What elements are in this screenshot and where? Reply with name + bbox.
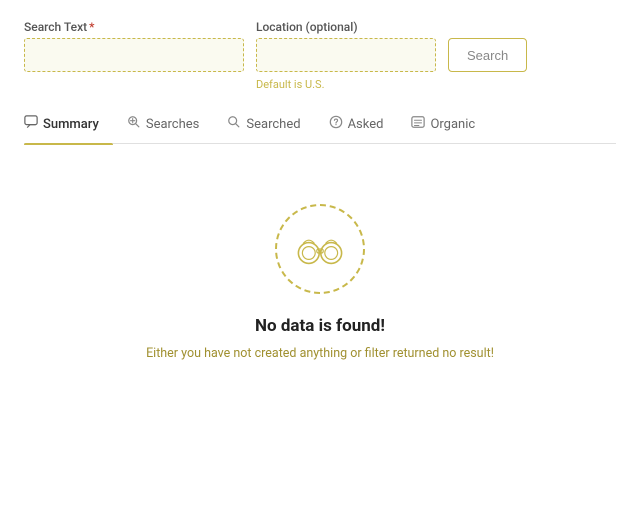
tab-searched[interactable]: Searched [213,107,314,143]
location-label: Location (optional) [256,20,436,34]
tab-searched-label: Searched [246,117,300,132]
list-icon [411,115,425,133]
location-hint: Default is U.S. [256,78,436,91]
tab-organic-label: Organic [430,117,475,132]
tab-summary-label: Summary [43,117,99,132]
tab-organic[interactable]: Organic [397,107,489,143]
search-text-label: Search Text* [24,20,244,34]
search-text-input[interactable] [24,38,244,72]
search-button-group: Search [448,38,527,72]
tabs-row: Summary Searches Searched [24,107,616,144]
question-icon [329,115,343,133]
binoculars-icon [296,225,344,273]
page-container: Search Text* Location (optional) Default… [0,0,640,381]
no-data-subtitle: Either you have not created anything or … [146,346,494,361]
tab-summary[interactable]: Summary [24,107,113,143]
binoculars-circle [275,204,365,294]
tab-searches[interactable]: Searches [113,107,214,143]
no-data-title: No data is found! [255,316,385,336]
empty-state: No data is found! Either you have not cr… [24,204,616,361]
search-text-field-group: Search Text* [24,20,244,72]
tab-asked[interactable]: Asked [315,107,398,143]
search-button[interactable]: Search [448,38,527,72]
chat-icon [24,115,38,133]
tab-asked-label: Asked [348,117,384,132]
tab-searches-label: Searches [146,117,200,132]
search-form: Search Text* Location (optional) Default… [24,20,616,91]
search-loop-icon [127,115,141,133]
location-input[interactable] [256,38,436,72]
location-field-group: Location (optional) Default is U.S. [256,20,436,91]
magnify-icon [227,115,241,133]
